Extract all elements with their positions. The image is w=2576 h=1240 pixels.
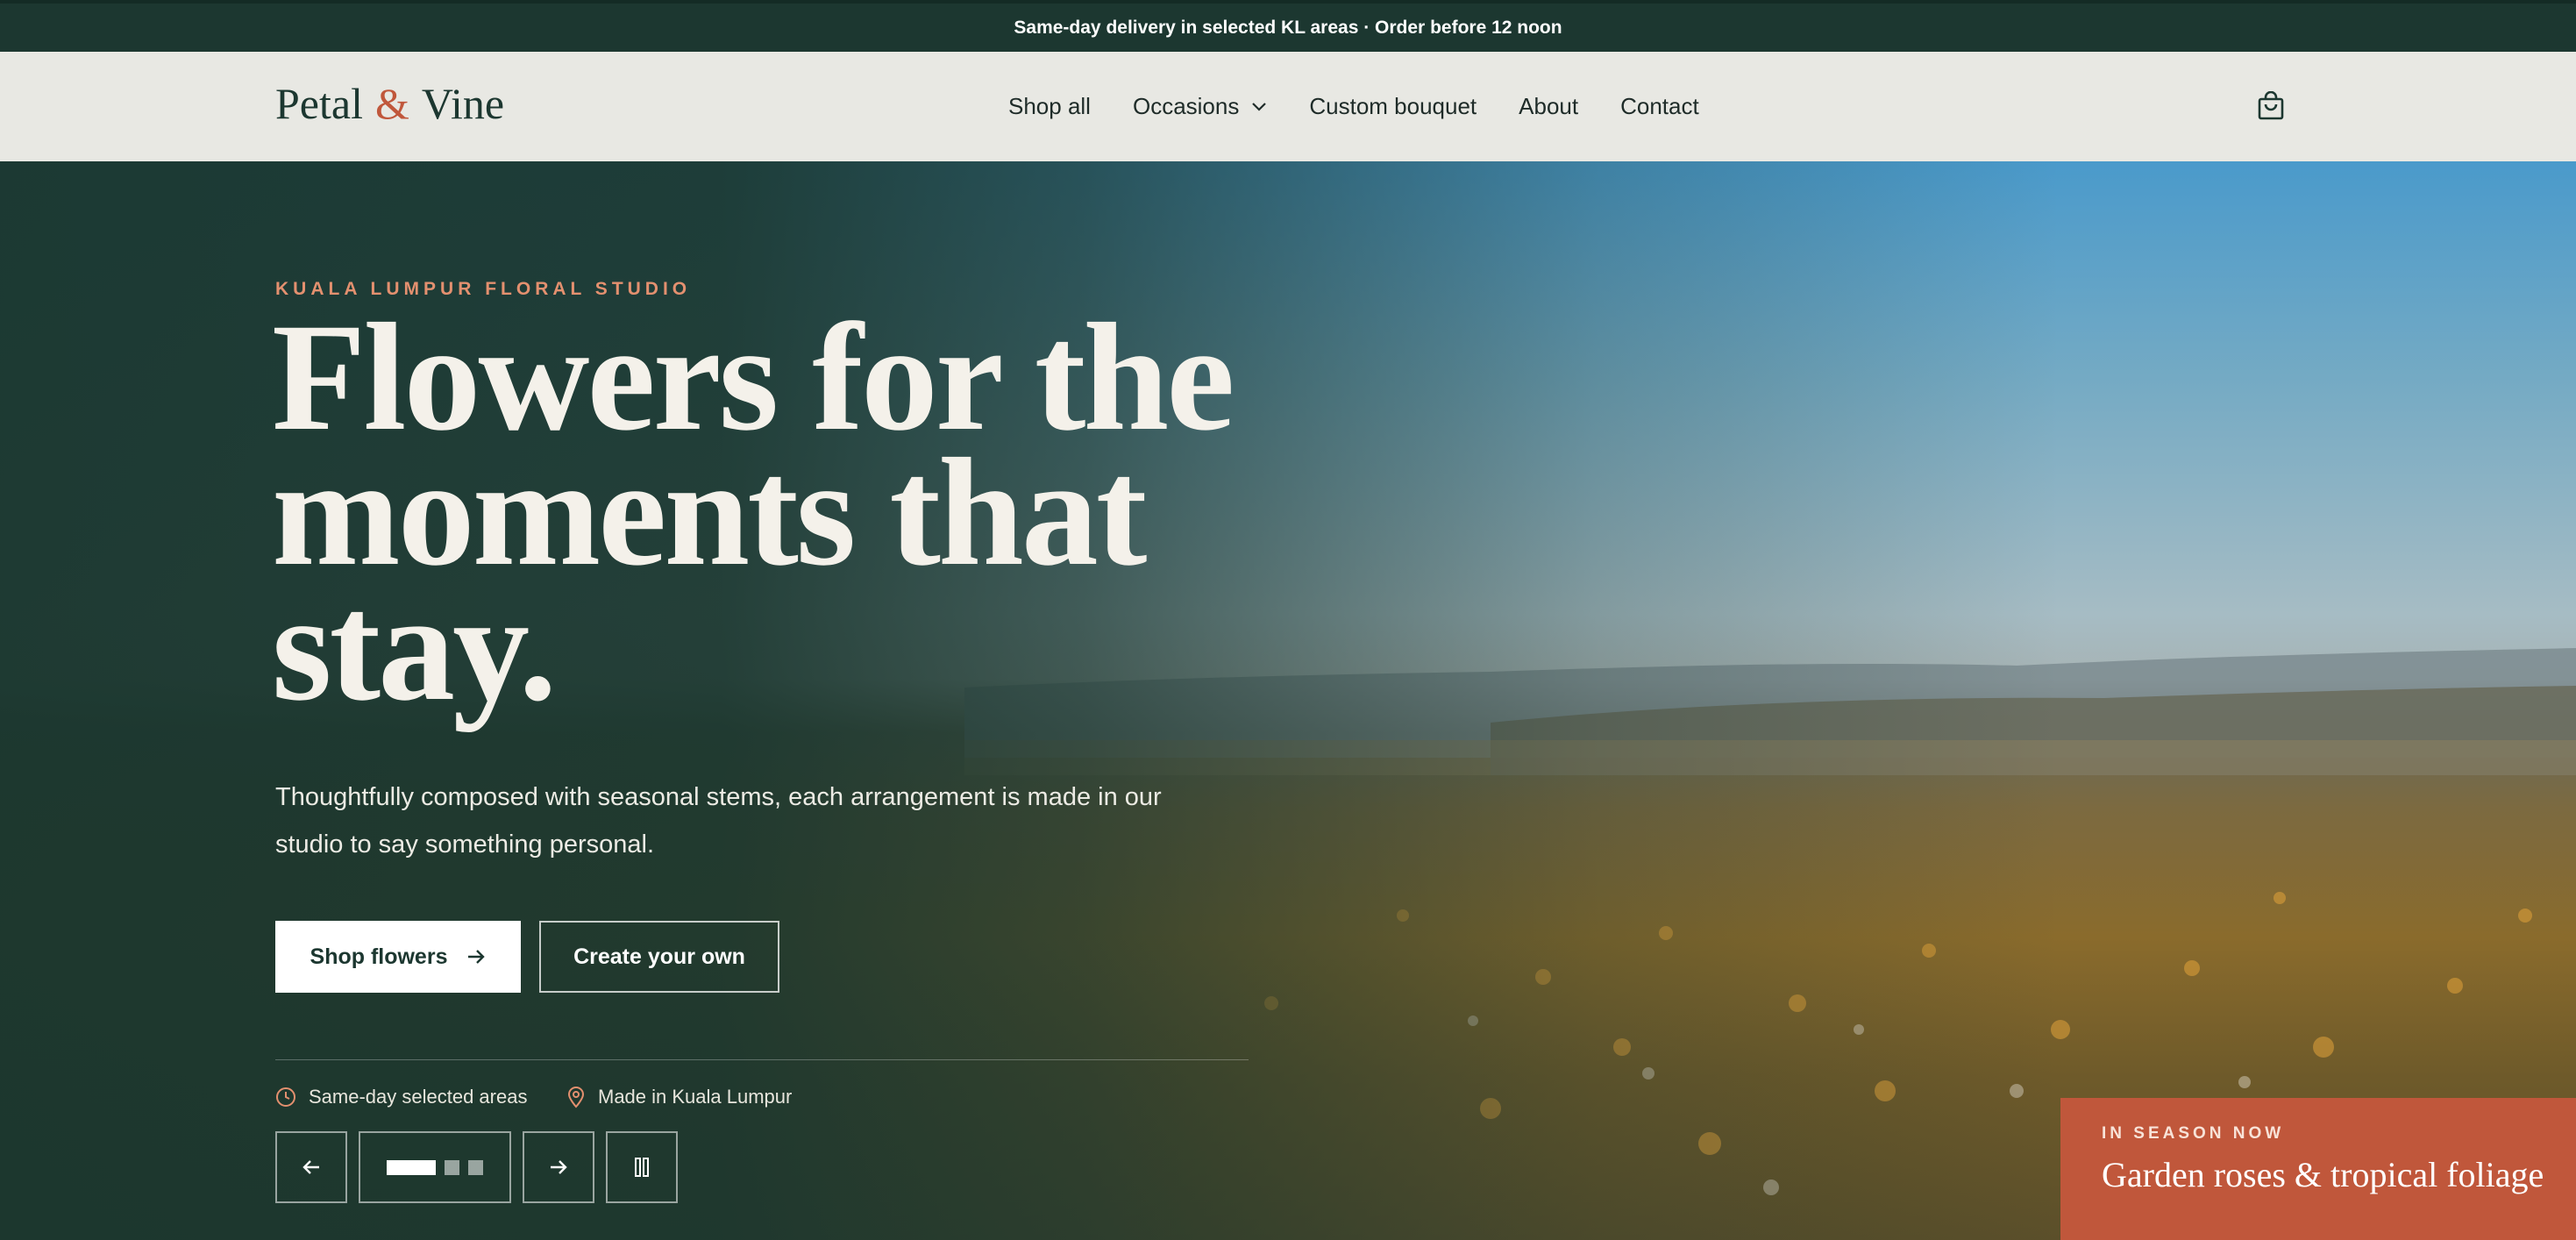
shop-flowers-button[interactable]: Shop flowers — [275, 921, 521, 993]
arrow-right-icon — [468, 950, 486, 964]
hero-section: KUALA LUMPUR FLORAL STUDIO Flowers for t… — [0, 161, 2576, 1240]
chevron-down-icon — [1252, 102, 1267, 111]
clock-icon — [276, 1087, 295, 1107]
announcement-bar: Same-day delivery in selected KL areas ·… — [0, 0, 2576, 52]
site-header: Petal & Vine Shop all Occasions Custom b… — [0, 52, 2576, 161]
in-season-card[interactable]: IN SEASON NOW Garden roses & tropical fo… — [2060, 1098, 2576, 1240]
carousel-dot-2[interactable] — [445, 1159, 459, 1175]
create-your-own-button[interactable]: Create your own — [539, 921, 779, 993]
arrow-right-icon — [551, 1160, 567, 1174]
announcement-text: Same-day delivery in selected KL areas ·… — [1014, 17, 1562, 38]
logo-text-vine: Vine — [421, 79, 505, 128]
nav-occasions-label: Occasions — [1132, 93, 1240, 119]
nav-custom-bouquet[interactable]: Custom bouquet — [1309, 93, 1477, 120]
nav-about[interactable]: About — [1519, 93, 1578, 120]
main-nav: Shop all Occasions Custom bouquet About … — [1008, 52, 1699, 161]
in-season-label: IN SEASON NOW — [2102, 1124, 2285, 1143]
nav-contact-label: Contact — [1620, 93, 1699, 119]
nav-about-label: About — [1519, 93, 1579, 119]
pause-icon — [635, 1158, 649, 1177]
hero-headline: Flowers for the moments that stay. — [272, 292, 1235, 733]
carousel-next-button[interactable] — [523, 1131, 594, 1203]
nav-occasions[interactable]: Occasions — [1133, 93, 1267, 120]
logo-text-petal: Petal — [275, 79, 363, 128]
logo[interactable]: Petal & Vine — [275, 78, 504, 129]
arrow-left-icon — [302, 1160, 319, 1174]
nav-custom-bouquet-label: Custom bouquet — [1309, 93, 1477, 119]
hero-subtext: Thoughtfully composed with seasonal stem… — [275, 783, 1162, 859]
in-season-title: Garden roses & tropical foliage — [2102, 1155, 2544, 1194]
carousel-dot-3[interactable] — [468, 1159, 483, 1175]
hero-divider — [275, 1059, 1249, 1060]
logo-ampersand: & — [374, 79, 409, 128]
carousel-pause-button[interactable] — [606, 1131, 678, 1203]
carousel-dot-1[interactable] — [387, 1159, 436, 1175]
feature-same-day: Same-day selected areas — [275, 1086, 527, 1108]
feature-same-day-label: Same-day selected areas — [309, 1086, 528, 1108]
nav-shop-all[interactable]: Shop all — [1008, 93, 1091, 120]
shopping-bag-icon — [2258, 91, 2284, 120]
carousel-indicators — [359, 1131, 511, 1203]
nav-contact[interactable]: Contact — [1620, 93, 1699, 120]
cart-button[interactable] — [2253, 89, 2288, 124]
map-pin-icon — [567, 1087, 585, 1108]
nav-shop-all-label: Shop all — [1008, 93, 1091, 119]
carousel-prev-button[interactable] — [275, 1131, 347, 1203]
create-your-own-label: Create your own — [573, 944, 745, 969]
feature-made-in-kl: Made in Kuala Lumpur — [566, 1086, 792, 1108]
feature-made-in-kl-label: Made in Kuala Lumpur — [598, 1086, 793, 1108]
shop-flowers-label: Shop flowers — [310, 944, 448, 969]
